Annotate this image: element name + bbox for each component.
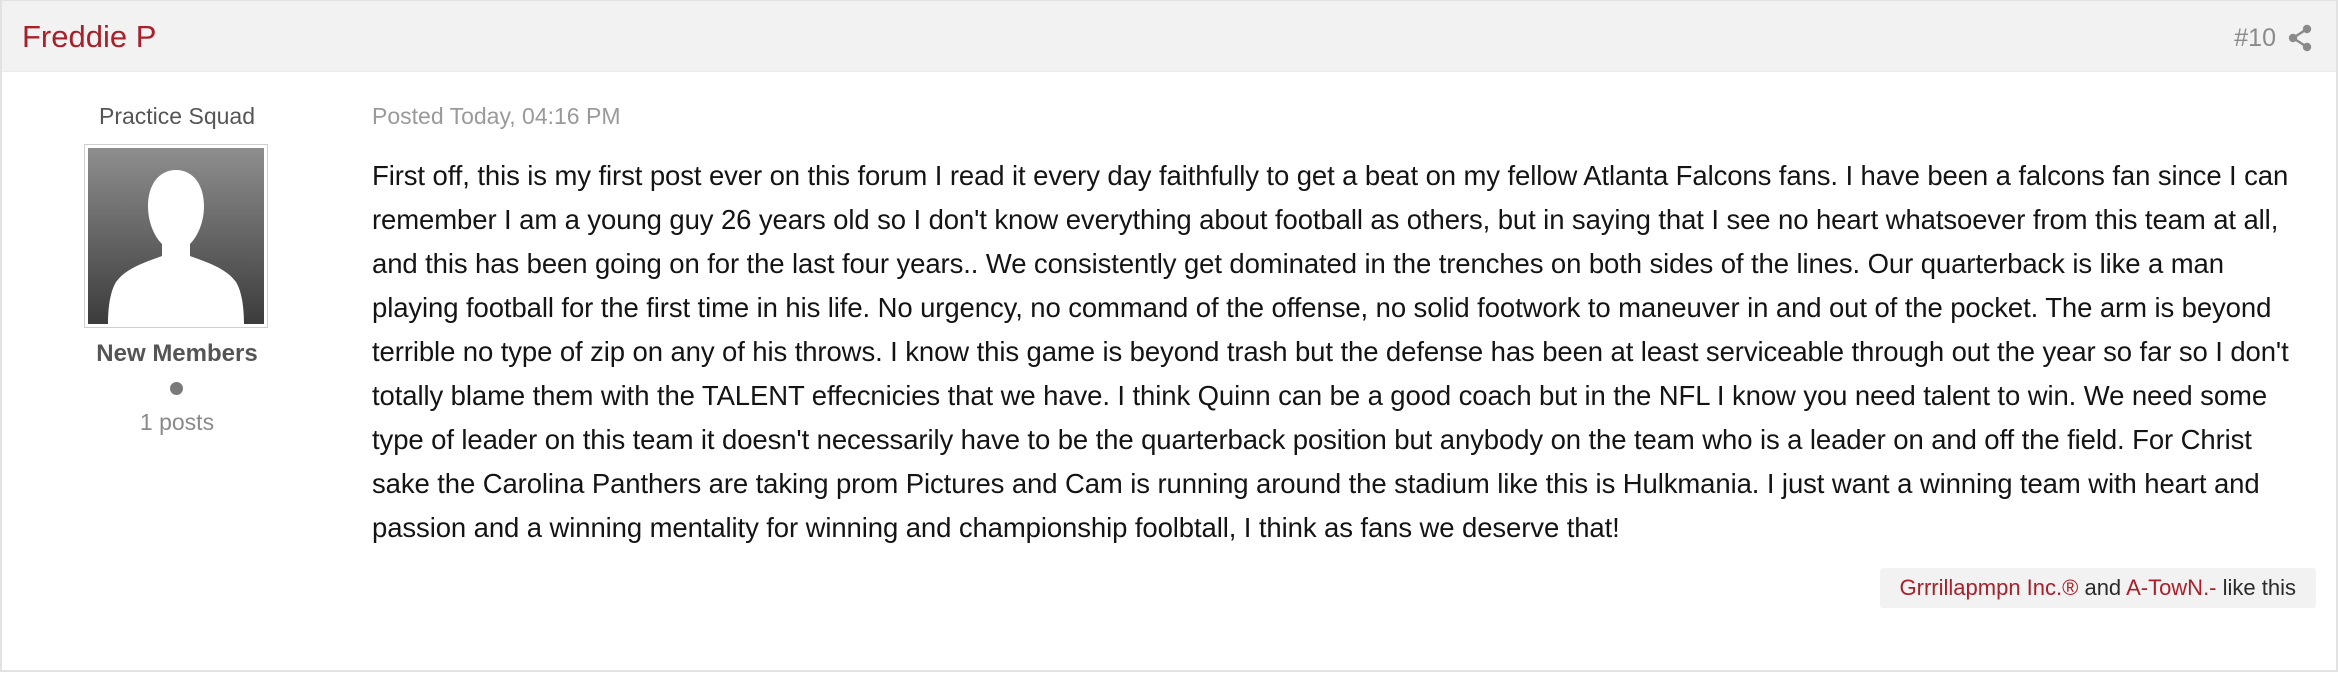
member-rank-title: Practice Squad [99,103,255,129]
forum-post: Freddie P #10 Practice Squad New Members… [0,0,2338,672]
post-number-link[interactable]: #10 [2234,23,2276,53]
post-header: Freddie P #10 [2,0,2336,72]
default-avatar-silhouette-icon [88,148,264,324]
like-user-link[interactable]: Grrrillapmpn Inc.® [1900,575,2079,600]
avatar[interactable] [84,144,268,328]
member-group-name: New Members [96,340,258,367]
like-suffix: like this [2216,575,2296,600]
post-date: Posted Today, 04:16 PM [372,103,621,129]
share-icon[interactable] [2286,23,2314,53]
reputation-likes-bar: Grrrillapmpn Inc.® and A-TowN.- like thi… [1879,568,2316,608]
member-post-count: 1 posts [139,409,215,435]
author-name-link[interactable]: Freddie P [22,19,156,55]
like-conjunction: and [2078,575,2127,600]
post-content: First off, this is my first post ever on… [372,160,2289,543]
reputation-pip-icon [170,382,183,395]
like-user-link[interactable]: A-TowN.- [2126,575,2216,600]
